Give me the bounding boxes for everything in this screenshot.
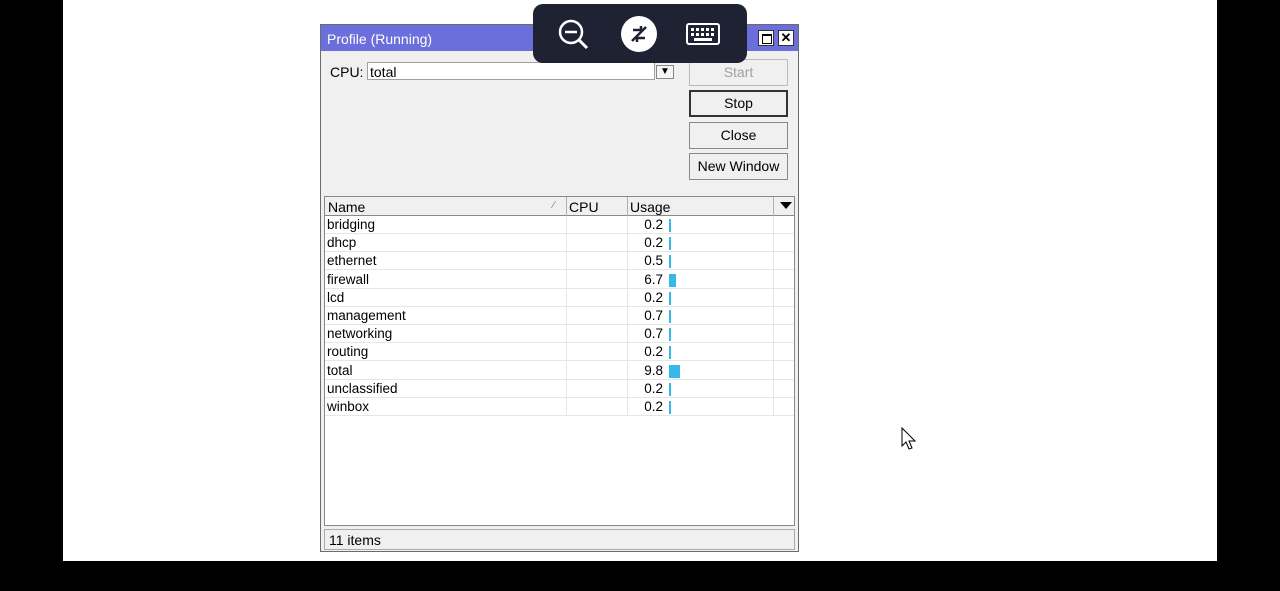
row-name: lcd (327, 289, 345, 305)
usage-bar (669, 219, 671, 232)
close-window-button[interactable]: ✕ (778, 30, 794, 46)
row-usage: 6.7 (644, 271, 663, 287)
status-bar: 11 items (324, 529, 795, 550)
column-name[interactable]: Name (328, 199, 365, 215)
item-count: 11 items (329, 532, 381, 548)
profile-table: Name ⁄ CPU Usage bridging 0.2 dhcp 0.2 ether… (324, 196, 795, 526)
row-usage: 9.8 (644, 362, 663, 378)
row-usage: 0.2 (644, 399, 663, 414)
stop-button[interactable]: Stop (689, 90, 788, 117)
table-row[interactable]: networking 0.7 (325, 325, 794, 344)
table-row[interactable]: ethernet 0.5 (325, 252, 794, 271)
column-menu-icon[interactable] (780, 202, 792, 209)
usage-bar (669, 364, 680, 378)
row-usage: 0.2 (644, 380, 663, 396)
usage-bar (669, 310, 671, 323)
mouse-cursor-icon (901, 427, 917, 450)
row-name: routing (327, 344, 369, 360)
close-button[interactable]: Close (689, 122, 788, 149)
row-usage: 0.7 (644, 326, 663, 342)
keyboard-icon[interactable] (685, 16, 721, 52)
usage-bar (669, 255, 671, 269)
dropdown-arrow-icon[interactable]: ▼ (656, 65, 674, 79)
table-row[interactable]: winbox 0.2 (325, 398, 794, 416)
table-row[interactable]: firewall 6.7 (325, 271, 794, 289)
row-name: dhcp (327, 235, 357, 251)
zoom-out-icon[interactable] (555, 16, 591, 52)
table-row[interactable]: dhcp 0.2 (325, 234, 794, 253)
new-window-button[interactable]: New Window (689, 153, 788, 180)
remote-desktop-icon[interactable] (621, 16, 657, 52)
table-row[interactable]: routing 0.2 (325, 343, 794, 362)
row-name: unclassified (327, 380, 398, 396)
usage-bar (669, 382, 671, 396)
table-header: Name ⁄ CPU Usage (325, 197, 794, 216)
usage-bar (669, 346, 671, 360)
column-cpu[interactable]: CPU (569, 199, 599, 215)
usage-bar (669, 237, 671, 251)
cpu-select[interactable]: total (367, 62, 655, 80)
row-usage: 0.2 (644, 289, 663, 305)
usage-bar (669, 401, 671, 414)
row-name: management (327, 308, 406, 323)
row-usage: 0.2 (644, 217, 663, 232)
table-row[interactable]: management 0.7 (325, 307, 794, 325)
maximize-button[interactable] (758, 30, 774, 46)
row-name: networking (327, 326, 393, 342)
table-row[interactable]: total 9.8 (325, 362, 794, 380)
usage-bar (669, 291, 671, 305)
column-usage[interactable]: Usage (630, 199, 670, 215)
start-button[interactable]: Start (689, 59, 788, 86)
cpu-label: CPU: (330, 64, 364, 80)
sort-indicator-icon: ⁄ (553, 200, 555, 211)
row-name: bridging (327, 217, 376, 232)
remote-toolbar (533, 4, 747, 63)
row-usage: 0.7 (644, 308, 663, 323)
row-name: firewall (327, 271, 370, 287)
usage-bar (669, 273, 676, 287)
row-usage: 0.5 (644, 253, 663, 269)
usage-bar (669, 328, 671, 342)
table-row[interactable]: bridging 0.2 (325, 216, 794, 234)
row-usage: 0.2 (644, 344, 663, 360)
table-row[interactable]: unclassified 0.2 (325, 380, 794, 398)
row-name: winbox (327, 399, 370, 414)
window-title: Profile (Running) (327, 31, 433, 47)
profile-window: Profile (Running) ✕ CPU: total ▼ Start S… (320, 24, 799, 552)
row-usage: 0.2 (644, 235, 663, 251)
row-name: ethernet (327, 253, 377, 269)
table-row[interactable]: lcd 0.2 (325, 289, 794, 307)
row-name: total (327, 362, 353, 378)
